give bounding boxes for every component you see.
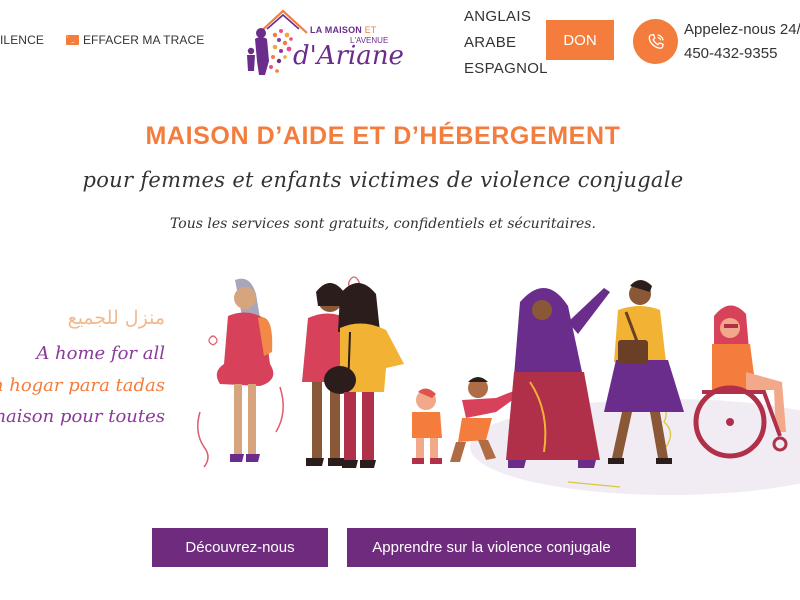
learn-violence-button[interactable]: Apprendre sur la violence conjugale	[347, 528, 636, 567]
services-statement: Tous les services sont gratuits, confide…	[170, 216, 596, 232]
phone-label: Appelez-nous 24/7	[684, 21, 800, 38]
quick-exit-link-silence[interactable]: ILENCE	[0, 33, 44, 47]
erase-trace-link[interactable]: EFFACER MA TRACE	[65, 33, 205, 47]
logo-line1: LA MAISON ET	[310, 25, 377, 35]
logo-line3: d'Ariane	[293, 41, 404, 71]
site-logo[interactable]: LA MAISON ET L'AVENUE d'Ariane	[245, 5, 404, 77]
language-link-espagnol[interactable]: ESPAGNOL	[464, 56, 548, 82]
phone-number[interactable]: 450-432-9355	[684, 42, 800, 66]
phone-button[interactable]	[633, 19, 678, 64]
phone-info: Appelez-nous 24/7 450-432-9355	[684, 18, 800, 66]
page-headline: MAISON D’AIDE ET D’HÉBERGEMENT	[145, 122, 621, 150]
mail-icon	[65, 35, 79, 45]
language-link-anglais[interactable]: ANGLAIS	[464, 4, 548, 30]
phone-icon	[648, 33, 664, 49]
women-children-illustration	[197, 276, 800, 495]
discover-button[interactable]: Découvrez-nous	[152, 528, 328, 567]
slogan-spanish: n hogar para tadas	[0, 375, 165, 396]
page-tagline: pour femmes et enfants victimes de viole…	[82, 168, 684, 192]
slogan-arabic: منزل للجميع	[67, 307, 165, 329]
erase-trace-label: EFFACER MA TRACE	[82, 33, 205, 47]
quick-exit-label: ILENCE	[0, 33, 44, 47]
slogan-english: A home for all	[36, 343, 165, 364]
site-header: ILENCE EFFACER MA TRACE LA MAISON ET L'A…	[0, 0, 800, 90]
language-menu: ANGLAIS ARABE ESPAGNOL	[464, 4, 548, 82]
slogan-french: e maison pour toutes	[0, 406, 165, 427]
language-link-arabe[interactable]: ARABE	[464, 30, 548, 56]
quick-exit-bar: ILENCE EFFACER MA TRACE	[0, 33, 204, 47]
donate-button[interactable]: DON	[546, 20, 614, 60]
